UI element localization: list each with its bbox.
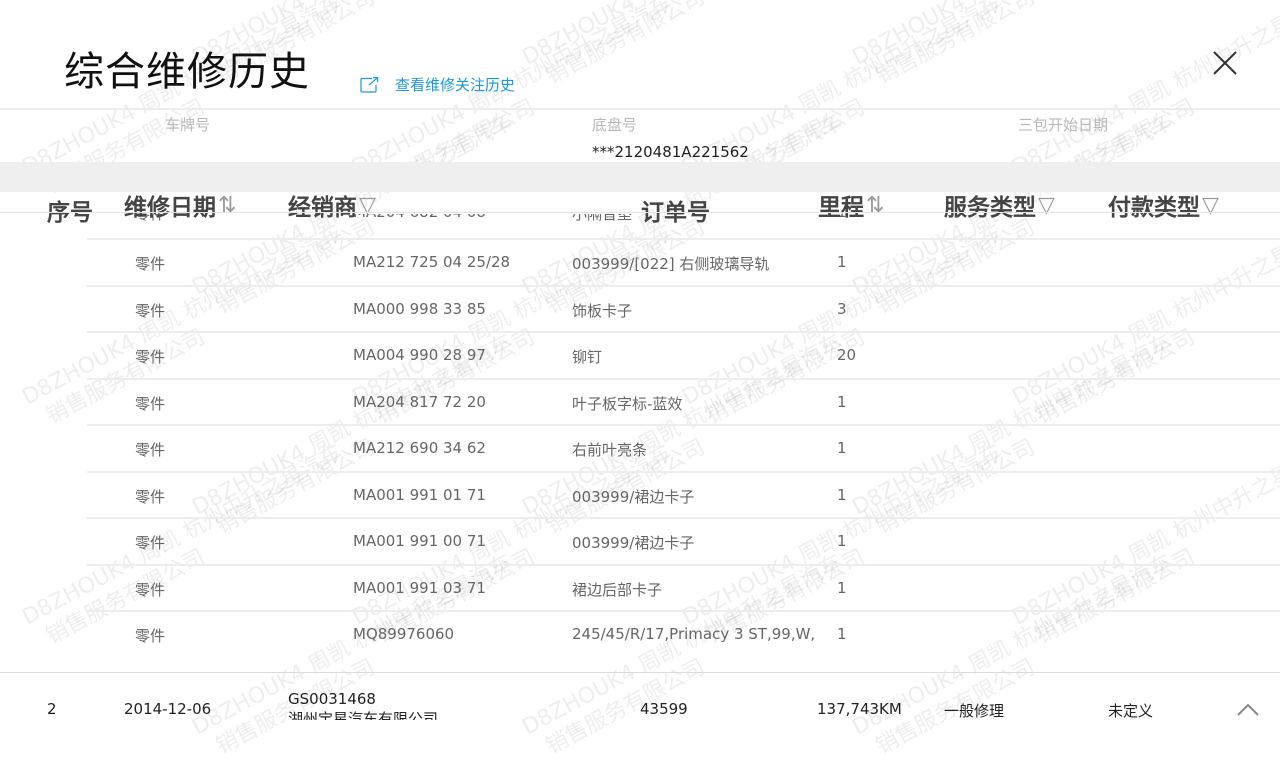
collapse-button[interactable] [1236,701,1260,720]
part-type: 零件 [135,395,166,413]
part-type: 零件 [135,534,166,552]
part-type: 零件 [135,302,166,320]
filter-icon[interactable]: ▽ [1038,193,1055,218]
part-type: 零件 [135,581,166,599]
table-row[interactable]: 2 2014-12-06 GS0031468 湖州宝星汽车有限公司 43599 … [0,673,1280,720]
table-row[interactable]: 零件 MA204 817 72 20 叶子板字标-蓝效 1 [87,378,1280,426]
table-row[interactable]: 零件 MQ89976060 245/45/R/17,Primacy 3 ST,99,… [87,610,1280,658]
part-type: 零件 [135,255,166,273]
column-header-order: 订单号 [641,200,710,226]
record-payment-type: 未定义 [1108,702,1154,720]
record-seq: 2 [47,700,57,718]
filter-icon[interactable]: ▽ [1202,193,1219,218]
part-qty: 1 [837,253,847,271]
table-row[interactable]: 零件 MA001 991 03 71 裙边后部卡子 1 [87,564,1280,612]
view-repair-focus-history-link[interactable]: 查看维修关注历史 [360,74,515,95]
part-name: 003999/[022] 右侧玻璃导轨 [572,255,770,273]
part-name: 003999/裙边卡子 [572,534,695,552]
watermark-line: 销售服务有限公司 [872,0,1040,90]
column-header-dealer[interactable]: 经销商 ▽ [288,188,376,222]
part-name: 右前叶亮条 [572,441,648,459]
part-code: MA001 991 03 71 [353,579,486,597]
part-code: MA204 817 72 20 [353,393,486,411]
record-dealer-name: 湖州宝星汽车有限公司 [288,710,439,720]
warranty-start-label: 三包开始日期 [1018,116,1109,134]
close-button[interactable] [1210,48,1240,78]
record-mileage: 137,743KM [817,700,902,718]
close-icon [1213,51,1237,75]
chassis-value: ***2120481A221562 [592,143,749,161]
filter-icon[interactable]: ▽ [359,193,376,218]
table-row[interactable]: 零件 MA000 998 33 85 饰板卡子 3 [87,285,1280,333]
part-code: MQ89976060 [353,625,455,643]
record-date: 2014-12-06 [124,700,212,718]
part-name: 裙边后部卡子 [572,581,663,599]
column-header-date[interactable]: 维修日期 ⇅ [124,188,236,222]
table-row[interactable]: 零件 MA001 991 01 71 003999/裙边卡子 1 [87,471,1280,519]
part-name: 铆钉 [572,348,603,366]
chassis-label: 底盘号 [592,116,638,134]
part-qty: 1 [837,393,847,411]
column-header-payment-type[interactable]: 付款类型 ▽ [1108,188,1219,222]
watermark-line: D8ZHOUK4 周凯 杭州中升之星汽车 [1008,0,1280,181]
view-repair-focus-history-label: 查看维修关注历史 [395,76,516,94]
watermark: D8ZHOUK4 周凯 杭州中升之星汽车销售服务有限公司 [518,0,861,97]
divider [0,108,1280,110]
plate-label: 车牌号 [165,116,211,134]
column-header-mileage[interactable]: 里程 ⇅ [818,188,884,222]
column-header-service-type[interactable]: 服务类型 ▽ [944,188,1055,222]
part-type: 零件 [135,441,166,459]
watermark-line: D8ZHOUK4 周凯 杭州中升之星汽车 [848,0,1178,72]
part-type: 零件 [135,488,166,506]
part-name: 小隔音垫 [572,214,633,223]
table-row[interactable]: 零件 MA004 990 28 97 铆钉 20 [87,331,1280,379]
record-service-type: 一般修理 [944,702,1005,720]
table-row[interactable]: 零件 MA212 725 04 25/28 003999/[022] 右侧玻璃导轨 1 [87,238,1280,286]
part-code: MA001 991 01 71 [353,486,486,504]
sort-icon[interactable]: ⇅ [218,193,236,218]
part-code: MA000 998 33 85 [353,300,486,318]
part-qty: 1 [837,532,847,550]
table-row[interactable]: 零件 MA212 690 34 62 右前叶亮条 1 [87,424,1280,472]
record-order: 43599 [640,700,688,718]
table-row[interactable]: 零件 MA001 991 00 71 003999/裙边卡子 1 [87,517,1280,565]
part-code: MA212 690 34 62 [353,439,486,457]
page-title: 综合维修历史 [64,49,310,95]
sort-icon[interactable]: ⇅ [866,193,884,218]
record-dealer-code: GS0031468 [288,690,376,708]
watermark: D8ZHOUK4 周凯 杭州中升之星汽车销售服务有限公司 [848,0,1191,97]
part-name: 003999/裙边卡子 [572,488,695,506]
part-type: 零件 [135,348,166,366]
part-qty: 3 [837,300,847,318]
watermark-line: D8ZHOUK4 周凯 杭州中升之星汽车 [518,0,848,72]
part-name: 饰板卡子 [572,302,633,320]
part-type: 零件 [135,627,166,645]
chevron-up-icon [1237,703,1259,716]
part-qty: 1 [837,439,847,457]
part-qty: 20 [837,346,857,364]
column-header-seq: 序号 [47,200,93,226]
part-qty: 1 [837,579,847,597]
part-name: 叶子板字标-蓝效 [572,395,683,413]
part-name: 245/45/R/17,Primacy 3 ST,99,W, [572,625,816,643]
table-header-divider [0,212,1280,213]
part-code: MA212 725 04 25/28 [353,253,511,271]
parts-list[interactable]: 零件MA204 682 04 08小隔音垫1零件MA212 725 04 25/… [0,214,1280,660]
watermark-line: 销售服务有限公司 [542,0,710,90]
part-code: MA004 990 28 97 [353,346,486,364]
part-qty: 1 [837,486,847,504]
external-link-icon [360,76,379,93]
part-qty: 1 [837,625,847,643]
part-code: MA001 991 00 71 [353,532,486,550]
